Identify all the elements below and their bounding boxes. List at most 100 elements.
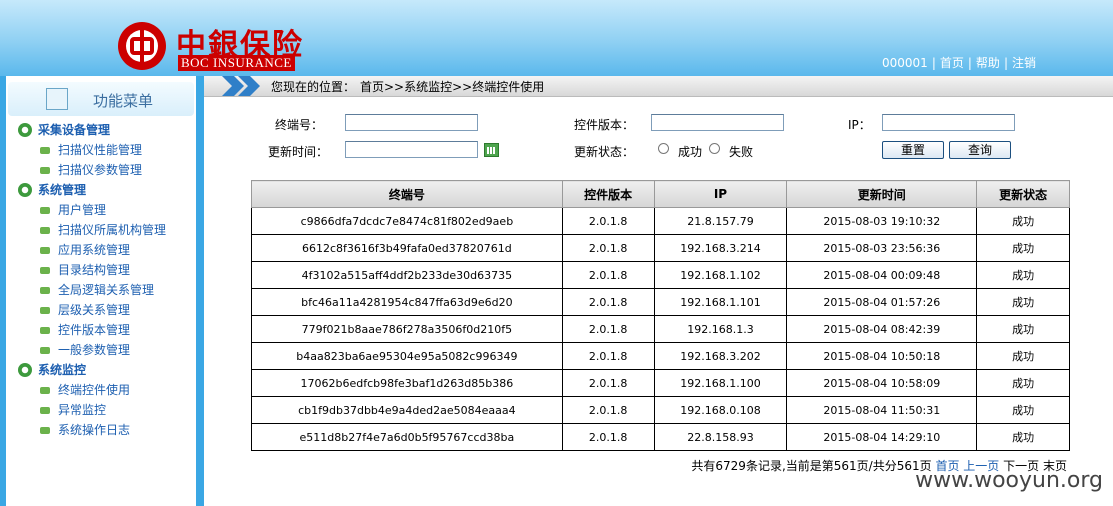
sidebar-group-monitor[interactable]: 系统监控 xyxy=(18,360,166,380)
ip-input[interactable] xyxy=(882,114,1015,131)
col-ip: IP xyxy=(653,180,788,208)
gear-icon xyxy=(18,363,32,377)
sidebar-item-general-params[interactable]: 一般参数管理 xyxy=(18,340,166,360)
user-links: 000001 | 首页 | 帮助 | 注销 xyxy=(882,56,1036,70)
sidebar-group-device[interactable]: 采集设备管理 xyxy=(18,120,166,140)
table-row: 17062b6edfcb98fe3baf1d263d85b386 2.0.1.8 1… xyxy=(251,369,1070,397)
cell-ip: 21.8.157.79 xyxy=(653,207,788,235)
sidebar-item-logic[interactable]: 全局逻辑关系管理 xyxy=(18,280,166,300)
brand-name-en: BOC INSURANCE xyxy=(178,55,295,71)
sidebar: 功能菜单 采集设备管理 扫描仪性能管理 扫描仪参数管理 系统管理 用户管理 扫描… xyxy=(0,76,204,506)
cell-version: 2.0.1.8 xyxy=(561,396,655,424)
cell-ip: 192.168.1.102 xyxy=(653,261,788,289)
item-label: 扫描仪所属机构管理 xyxy=(58,223,167,237)
status-fail-radio[interactable] xyxy=(709,143,720,154)
sidebar-item-app-system[interactable]: 应用系统管理 xyxy=(18,240,166,260)
terminal-label: 终端号： xyxy=(275,118,324,132)
col-terminal: 终端号 xyxy=(251,180,563,208)
table-body: c9866dfa7dcdc7e8474c81f802ed9aeb 2.0.1.8 2… xyxy=(251,207,1070,451)
cell-version: 2.0.1.8 xyxy=(561,261,655,289)
cell-terminal: b4aa823ba6ae95304e95a5082c996349 xyxy=(251,342,563,370)
table-row: 6612c8f3616f3b49fafa0ed37820761d 2.0.1.8 1… xyxy=(251,234,1070,262)
breadcrumb: 您现在的位置： 首页>>系统监控>>终端控件使用 xyxy=(204,76,1113,97)
item-icon xyxy=(40,167,50,174)
sidebar-item-terminal-control[interactable]: 终端控件使用 xyxy=(18,380,166,400)
item-icon xyxy=(40,407,50,414)
item-label: 终端控件使用 xyxy=(58,383,131,397)
update-time-input[interactable] xyxy=(345,141,478,158)
group-label: 采集设备管理 xyxy=(38,123,111,137)
item-icon xyxy=(40,227,50,234)
version-input[interactable] xyxy=(651,114,784,131)
cell-ip: 192.168.1.3 xyxy=(653,315,788,343)
sidebar-item-scanner-org[interactable]: 扫描仪所属机构管理 xyxy=(18,220,166,240)
sidebar-item-directory[interactable]: 目录结构管理 xyxy=(18,260,166,280)
cell-terminal: c9866dfa7dcdc7e8474c81f802ed9aeb xyxy=(251,207,563,235)
item-icon xyxy=(40,247,50,254)
col-update-time: 更新时间 xyxy=(786,180,978,208)
query-button[interactable]: 查询 xyxy=(949,141,1011,159)
cell-status: 成功 xyxy=(976,396,1070,424)
cell-terminal: cb1f9db37dbb4e9a4ded2ae5084eaaa4 xyxy=(251,396,563,424)
sidebar-item-control-version[interactable]: 控件版本管理 xyxy=(18,320,166,340)
item-label: 全局逻辑关系管理 xyxy=(58,283,155,297)
item-icon xyxy=(40,427,50,434)
sidebar-item-scanner-params[interactable]: 扫描仪参数管理 xyxy=(18,160,166,180)
menu-title: 功能菜单 xyxy=(93,92,154,110)
cell-status: 成功 xyxy=(976,342,1070,370)
item-label: 用户管理 xyxy=(58,203,107,217)
terminal-input[interactable] xyxy=(345,114,478,131)
cell-update-time: 2015-08-04 10:58:09 xyxy=(786,369,978,397)
item-icon xyxy=(40,287,50,294)
reset-button[interactable]: 重置 xyxy=(882,141,944,159)
cell-status: 成功 xyxy=(976,234,1070,262)
item-label: 扫描仪参数管理 xyxy=(58,163,143,177)
version-label: 控件版本： xyxy=(574,118,635,132)
item-label: 目录结构管理 xyxy=(58,263,131,277)
status-label: 更新状态： xyxy=(574,145,635,159)
ip-label: IP： xyxy=(848,118,871,132)
sidebar-group-system[interactable]: 系统管理 xyxy=(18,180,166,200)
cell-ip: 192.168.1.101 xyxy=(653,288,788,316)
sidebar-item-hierarchy[interactable]: 层级关系管理 xyxy=(18,300,166,320)
item-label: 扫描仪性能管理 xyxy=(58,143,143,157)
calendar-icon[interactable] xyxy=(484,143,499,157)
item-label: 应用系统管理 xyxy=(58,243,131,257)
col-status: 更新状态 xyxy=(976,180,1070,208)
item-icon xyxy=(40,347,50,354)
sidebar-item-exception[interactable]: 异常监控 xyxy=(18,400,166,420)
watermark: www.wooyun.org xyxy=(915,468,1103,493)
pager-summary: 共有6729条记录,当前是第561页/共分561页 xyxy=(691,459,932,473)
table-row: bfc46a11a4281954c847ffa63d9e6d20 2.0.1.8 1… xyxy=(251,288,1070,316)
cell-terminal: 779f021b8aae786f278a3506f0d210f5 xyxy=(251,315,563,343)
logout-link[interactable]: 注销 xyxy=(1012,56,1036,70)
item-icon xyxy=(40,147,50,154)
cell-status: 成功 xyxy=(976,423,1070,451)
menu-header: 功能菜单 xyxy=(8,82,194,116)
sidebar-menu: 采集设备管理 扫描仪性能管理 扫描仪参数管理 系统管理 用户管理 扫描仪所属机构… xyxy=(18,120,166,440)
gear-icon xyxy=(18,123,32,137)
header-banner: 中銀保险 BOC INSURANCE 000001 | 首页 | 帮助 | 注销 xyxy=(0,0,1113,76)
cell-status: 成功 xyxy=(976,288,1070,316)
sidebar-item-users[interactable]: 用户管理 xyxy=(18,200,166,220)
cell-update-time: 2015-08-03 19:10:32 xyxy=(786,207,978,235)
cell-version: 2.0.1.8 xyxy=(561,288,655,316)
sidebar-item-scanner-performance[interactable]: 扫描仪性能管理 xyxy=(18,140,166,160)
table-row: b4aa823ba6ae95304e95a5082c996349 2.0.1.8 1… xyxy=(251,342,1070,370)
table-row: 4f3102a515aff4ddf2b233de30d63735 2.0.1.8 1… xyxy=(251,261,1070,289)
terminal-table: 终端号 控件版本 IP 更新时间 更新状态 c9866dfa7dcdc7e847… xyxy=(251,180,1070,451)
cell-terminal: bfc46a11a4281954c847ffa63d9e6d20 xyxy=(251,288,563,316)
help-link[interactable]: 帮助 xyxy=(976,56,1000,70)
breadcrumb-path: 首页>>系统监控>>终端控件使用 xyxy=(360,80,545,94)
item-label: 层级关系管理 xyxy=(58,303,131,317)
double-arrow-icon xyxy=(222,76,266,96)
home-link[interactable]: 首页 xyxy=(940,56,964,70)
cell-status: 成功 xyxy=(976,369,1070,397)
cell-ip: 192.168.3.214 xyxy=(653,234,788,262)
cell-version: 2.0.1.8 xyxy=(561,342,655,370)
table-header-row: 终端号 控件版本 IP 更新时间 更新状态 xyxy=(251,180,1070,208)
sidebar-item-operation-log[interactable]: 系统操作日志 xyxy=(18,420,166,440)
cell-ip: 192.168.1.100 xyxy=(653,369,788,397)
status-success-radio[interactable] xyxy=(658,143,669,154)
update-time-label: 更新时间： xyxy=(268,145,329,159)
